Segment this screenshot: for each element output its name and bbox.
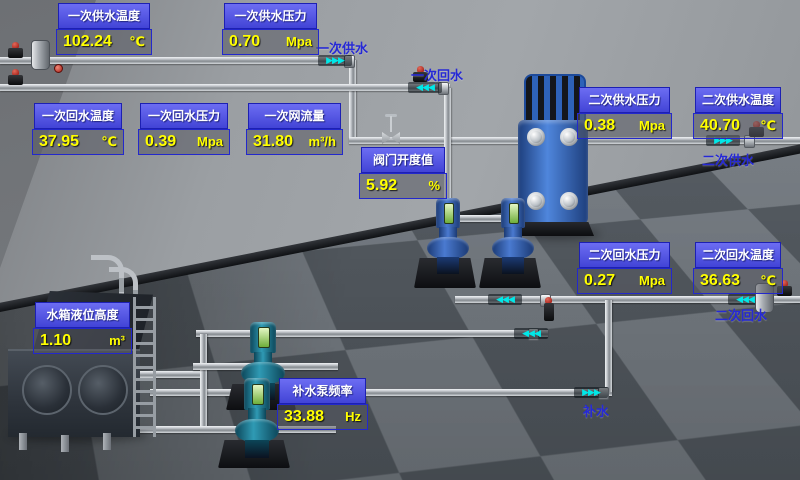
tank-leg (19, 433, 27, 450)
panel-primary-supply-temp: 一次供水温度 102.24℃ (56, 3, 152, 55)
panel-secondary-return-pressure: 二次回水压力 0.27Mpa (577, 242, 672, 294)
hx-port (527, 128, 545, 146)
panel-title: 一次回水压力 (140, 103, 228, 129)
pump-volute (427, 237, 469, 259)
pump-indicator-window (252, 384, 263, 405)
panel-primary-supply-pressure: 一次供水压力 0.70Mpa (222, 3, 319, 55)
panel-title: 水箱液位高度 (35, 302, 130, 328)
panel-value: 31.80m³/h (246, 129, 343, 155)
shutoff-valve[interactable] (8, 48, 23, 58)
hx-port (560, 192, 578, 210)
tank-manhole (22, 365, 72, 415)
panel-value: 5.92% (359, 173, 447, 199)
tank-leg (61, 435, 69, 452)
tank-front-face (8, 349, 140, 437)
pressure-gauge-icon (54, 64, 63, 73)
pump-indicator-window (509, 203, 520, 223)
makeup-pump-2[interactable] (234, 378, 280, 458)
pump-foot (502, 257, 525, 274)
panel-title: 二次回水温度 (695, 242, 781, 268)
pump-indicator-window (258, 327, 269, 348)
panel-value: 1.10m³ (33, 328, 132, 354)
tank-leg (103, 433, 111, 450)
pipe-primary-supply (0, 57, 352, 64)
panel-title: 阀门开度值 (361, 147, 445, 173)
panel-value: 0.38Mpa (577, 113, 672, 139)
pipe-label-primary-supply: 一次供水 (316, 38, 368, 57)
pipe-tank-drop (200, 334, 207, 432)
panel-title: 二次供水压力 (579, 87, 670, 113)
pipe-makeup-line (150, 389, 612, 396)
pipe-label-primary-return: 一次回水 (411, 65, 463, 84)
pipe-label-secondary-return: 二次回水 (715, 305, 767, 324)
tank-ladder (133, 297, 156, 437)
strainer-filter (31, 40, 50, 70)
pipe-primary-return (0, 84, 450, 91)
flow-arrows-icon: ▶▶▶ (574, 387, 608, 398)
panel-primary-flow: 一次网流量 31.80m³/h (246, 103, 343, 155)
hmi-heating-station-screen: ▶▶▶ ◀◀◀ ▶▶▶ ◀◀◀ ◀◀◀ ◀◀◀ ▶▶▶ (0, 0, 800, 480)
panel-value: 40.70℃ (693, 113, 783, 139)
panel-value: 0.70Mpa (222, 29, 319, 55)
panel-title: 二次供水温度 (695, 87, 781, 113)
panel-primary-return-pressure: 一次回水压力 0.39Mpa (138, 103, 230, 155)
panel-title: 二次回水压力 (579, 242, 670, 268)
circulation-pump-1[interactable] (426, 198, 470, 274)
pipe-primary-supply-drop (349, 60, 356, 140)
panel-title: 一次供水压力 (224, 3, 317, 29)
panel-value: 37.95℃ (32, 129, 124, 155)
pump-volute (492, 237, 534, 259)
pipe-label-secondary-supply: 二次供水 (702, 150, 754, 169)
pump-indicator-window (444, 203, 455, 223)
panel-secondary-supply-temp: 二次供水温度 40.70℃ (693, 87, 783, 139)
panel-value: 0.39Mpa (138, 129, 230, 155)
pipe-label-makeup: 补水 (583, 401, 609, 420)
panel-secondary-supply-pressure: 二次供水压力 0.38Mpa (577, 87, 672, 139)
pump-foot (245, 440, 269, 458)
panel-title: 一次供水温度 (58, 3, 150, 29)
shutoff-valve[interactable] (544, 303, 554, 321)
panel-title: 一次网流量 (248, 103, 341, 129)
control-valve-stem (390, 116, 392, 132)
pump-foot (437, 257, 460, 274)
pump-volute (235, 419, 279, 442)
panel-valve-opening: 阀门开度值 5.92% (359, 147, 447, 199)
panel-value: 0.27Mpa (577, 268, 672, 294)
panel-value: 36.63℃ (693, 268, 783, 294)
panel-tank-level: 水箱液位高度 1.10m³ (33, 302, 132, 354)
flow-arrows-icon: ◀◀◀ (514, 328, 548, 339)
panel-secondary-return-temp: 二次回水温度 36.63℃ (693, 242, 783, 294)
panel-value: 33.88Hz (277, 404, 368, 430)
panel-title: 一次回水温度 (34, 103, 122, 129)
panel-title: 补水泵频率 (279, 378, 366, 404)
shutoff-valve[interactable] (8, 75, 23, 85)
panel-primary-return-temp: 一次回水温度 37.95℃ (32, 103, 124, 155)
flow-arrows-icon: ◀◀◀ (488, 294, 522, 305)
panel-value: 102.24℃ (56, 29, 152, 55)
circulation-pump-2[interactable] (491, 198, 535, 274)
panel-makeup-pump-freq: 补水泵频率 33.88Hz (277, 378, 368, 430)
tank-manhole (78, 365, 128, 415)
pipe-makeup-riser (605, 300, 612, 392)
hx-port (560, 128, 578, 146)
